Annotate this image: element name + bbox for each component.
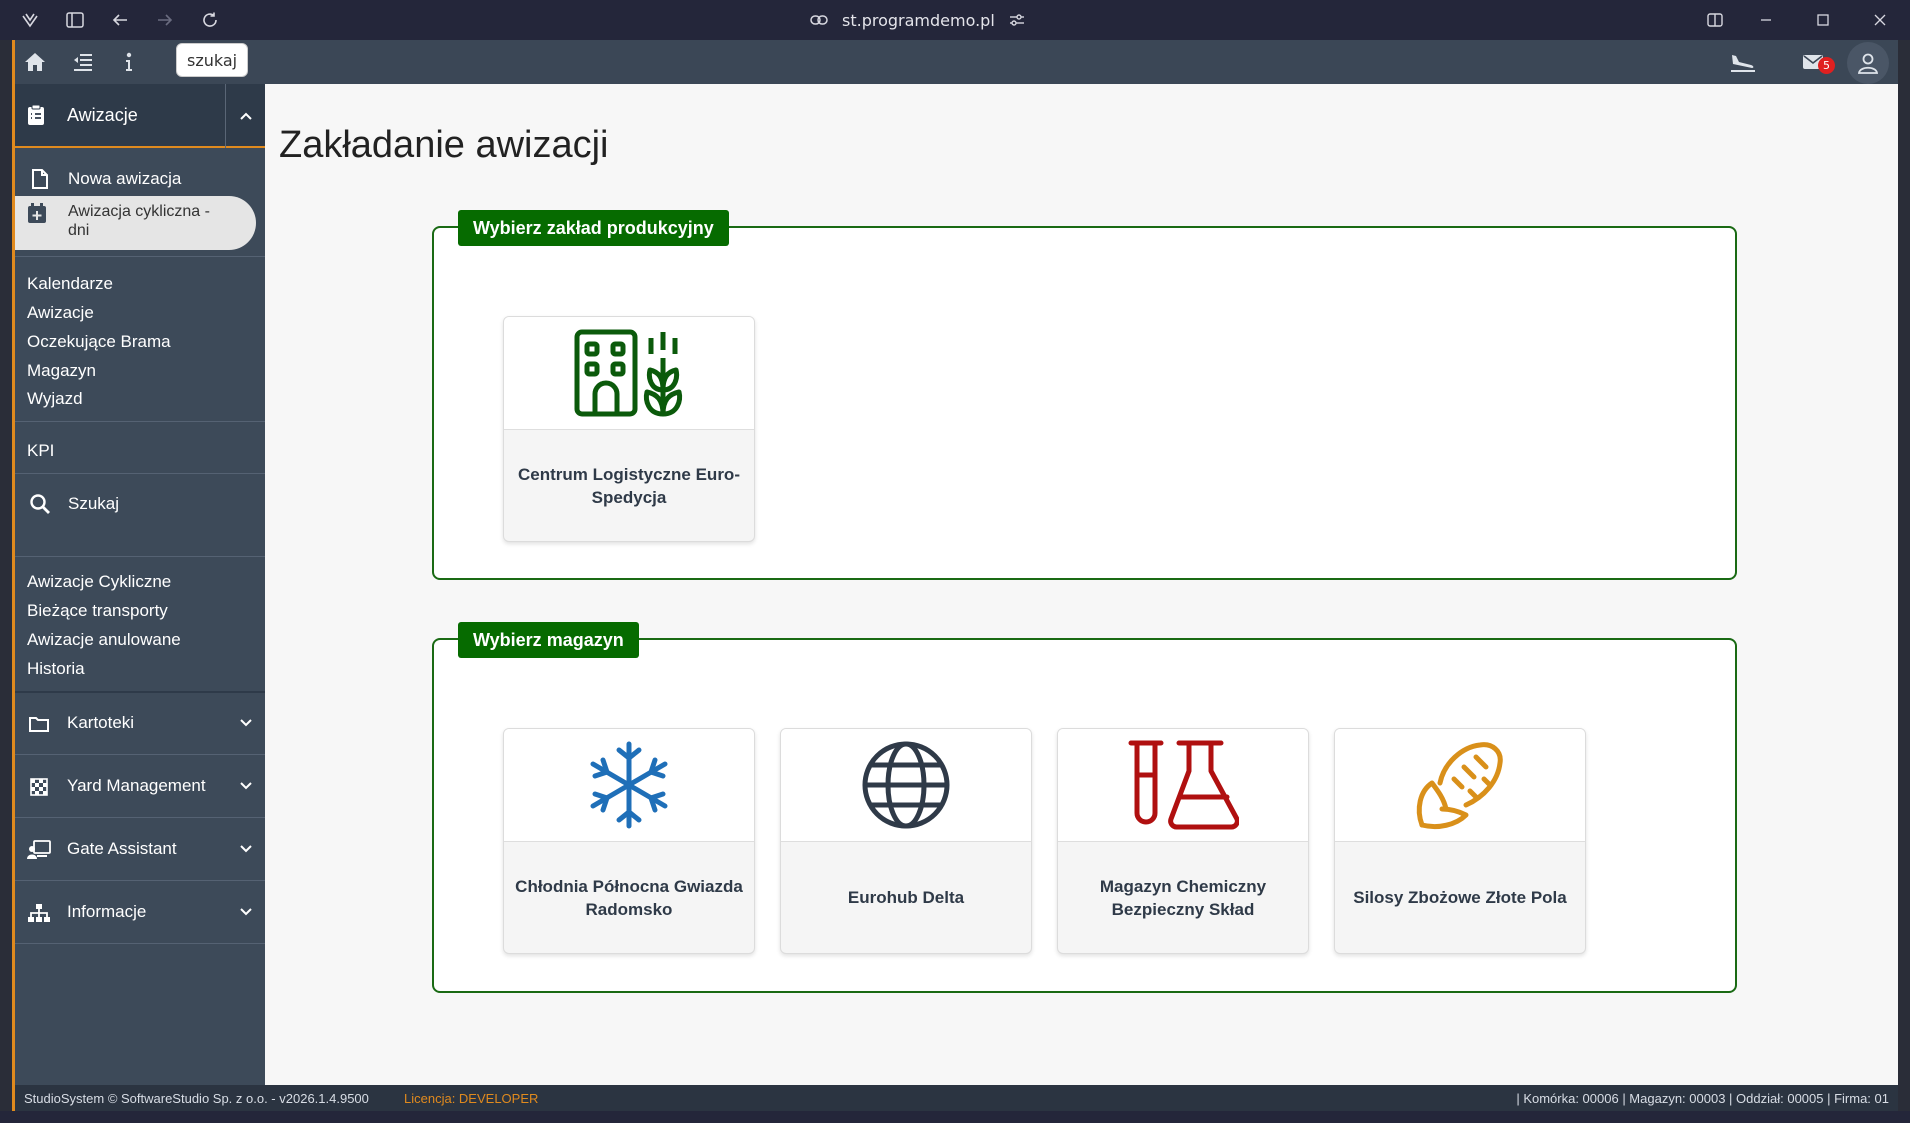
file-icon <box>27 166 53 192</box>
chevron-down-icon[interactable] <box>239 778 257 796</box>
sidebar-group-yard-management[interactable]: Yard Management <box>15 756 265 818</box>
main-content: Zakładanie awizacji Wybierz zakład produ… <box>265 84 1898 1085</box>
status-footer: StudioSystem © SoftwareStudio Sp. z o.o.… <box>12 1085 1898 1111</box>
footer-context: | Komórka: 00006 | Magazyn: 00003 | Oddz… <box>1516 1091 1889 1106</box>
warehouse-card-name: Silosy Zbożowe Złote Pola <box>1353 888 1567 907</box>
warehouse-card[interactable]: Chłodnia Północna Gwiazda Radomsko <box>503 728 755 954</box>
sidebar-item-label: Nowa awizacja <box>68 169 182 188</box>
sidebar-item-nowa-awizacja[interactable]: Nowa awizacja <box>15 164 265 194</box>
back-icon[interactable] <box>108 8 132 32</box>
split-view-icon[interactable] <box>1703 8 1727 32</box>
footer-license-prefix: Licencja: <box>404 1091 459 1106</box>
sidebar-group-kartoteki[interactable]: Kartoteki <box>15 693 265 755</box>
sidebar-group-gate-assistant[interactable]: Gate Assistant <box>15 819 265 881</box>
sidebar-item-label: Awizacja cykliczna - dni <box>68 203 210 239</box>
app-toolbar <box>12 40 1898 84</box>
divider <box>15 421 265 422</box>
clipboard-list-icon <box>27 104 45 131</box>
mail-count-badge: 5 <box>1818 57 1835 74</box>
sidebar-section-awizacje[interactable]: Awizacje <box>15 84 265 148</box>
sidebar-link-historia[interactable]: Historia <box>27 659 85 679</box>
sidebar: Awizacje Nowa awizacja Awizacja cykliczn… <box>15 84 265 1085</box>
search-chip[interactable]: szukaj <box>176 43 249 77</box>
sidebar-item-label: Szukaj <box>68 494 120 513</box>
window-bottom-strip <box>0 1111 1910 1123</box>
folder-icon <box>27 712 51 736</box>
forward-icon[interactable] <box>153 8 177 32</box>
checker-icon <box>27 775 51 799</box>
warehouse-card-name: Chłodnia Północna Gwiazda Radomsko <box>515 876 743 919</box>
plant-card[interactable]: Centrum Logistyczne Euro-Spedycja <box>503 316 755 542</box>
snowflake-icon <box>504 729 754 842</box>
page-title: Zakładanie awizacji <box>279 124 609 166</box>
minimize-icon[interactable] <box>1754 8 1778 32</box>
warehouse-card-name: Magazyn Chemiczny Bezpieczny Skład <box>1099 876 1267 919</box>
chevron-down-icon[interactable] <box>239 715 257 733</box>
footer-license: Licencja: DEVELOPER <box>404 1091 538 1106</box>
collapse-menu-icon[interactable] <box>67 46 99 78</box>
footer-license-value: DEVELOPER <box>458 1091 539 1106</box>
plant-card-name: Centrum Logistyczne Euro-Spedycja <box>518 464 740 507</box>
footer-copyright: StudioSystem © SoftwareStudio Sp. z o.o.… <box>24 1091 369 1106</box>
corn-icon <box>1335 729 1585 842</box>
warehouse-section: Wybierz magazyn Chłodnia Północna Gwiazd… <box>432 622 1737 993</box>
flask-vial-icon <box>1058 729 1308 842</box>
sidebar-link-awizacje-anulowane[interactable]: Awizacje anulowane <box>27 630 181 650</box>
browser-logo-icon[interactable] <box>18 8 42 32</box>
sidebar-link-awizacje[interactable]: Awizacje <box>27 303 94 323</box>
chevron-down-icon[interactable] <box>239 904 257 922</box>
browser-chrome: st.programdemo.pl <box>0 0 1910 40</box>
info-icon[interactable] <box>113 46 145 78</box>
warehouse-card-name: Eurohub Delta <box>847 888 965 907</box>
plant-section-label: Wybierz zakład produkcyjny <box>458 210 729 246</box>
sidebar-group-label: Gate Assistant <box>67 839 177 858</box>
globe-icon <box>781 729 1031 842</box>
sidebar-link-oczekujace-brama[interactable]: Oczekujące Brama <box>27 332 171 352</box>
maximize-icon[interactable] <box>1811 8 1835 32</box>
desk-user-icon <box>27 838 51 862</box>
warehouse-card[interactable]: Eurohub Delta <box>780 728 1032 954</box>
landing-plane-icon[interactable] <box>1727 46 1759 78</box>
sidebar-item-awizacja-cykliczna[interactable]: Awizacja cykliczna - dni <box>15 196 256 250</box>
sitemap-icon <box>27 901 51 925</box>
search-chip-label: szukaj <box>187 50 238 70</box>
sidebar-group-label: Kartoteki <box>67 713 135 732</box>
sidebar-item-szukaj[interactable]: Szukaj <box>15 482 265 526</box>
close-icon[interactable] <box>1868 8 1892 32</box>
chevron-up-icon[interactable] <box>225 84 265 148</box>
divider <box>15 556 265 557</box>
sidebar-group-label: Informacje <box>67 902 147 921</box>
home-icon[interactable] <box>19 46 51 78</box>
link-icon <box>810 15 828 25</box>
sidebar-link-wyjazd[interactable]: Wyjazd <box>27 389 83 409</box>
site-settings-icon[interactable] <box>1009 13 1025 27</box>
sidebar-toggle-icon[interactable] <box>63 8 87 32</box>
divider <box>15 256 265 257</box>
sidebar-link-kalendarze[interactable]: Kalendarze <box>27 274 113 294</box>
warehouse-card[interactable]: Silosy Zbożowe Złote Pola <box>1334 728 1586 954</box>
chevron-down-icon[interactable] <box>239 841 257 859</box>
calendar-plus-icon <box>27 202 49 224</box>
user-avatar-icon[interactable] <box>1847 42 1889 84</box>
sidebar-link-biezace-transporty[interactable]: Bieżące transporty <box>27 601 168 621</box>
sidebar-link-magazyn[interactable]: Magazyn <box>27 361 96 381</box>
building-wheat-icon <box>504 317 754 430</box>
sidebar-link-kpi[interactable]: KPI <box>27 441 54 461</box>
plant-section: Wybierz zakład produkcyjny Centrum Logis… <box>432 210 1737 580</box>
reload-icon[interactable] <box>198 8 222 32</box>
divider <box>15 473 265 474</box>
search-icon <box>27 491 53 517</box>
warehouse-card[interactable]: Magazyn Chemiczny Bezpieczny Skład <box>1057 728 1309 954</box>
sidebar-header-label: Awizacje <box>67 104 138 125</box>
address-bar[interactable]: st.programdemo.pl <box>810 8 1025 32</box>
sidebar-group-label: Yard Management <box>67 776 206 795</box>
warehouse-section-label: Wybierz magazyn <box>458 622 639 658</box>
address-url: st.programdemo.pl <box>842 10 995 30</box>
sidebar-link-awizacje-cykliczne[interactable]: Awizacje Cykliczne <box>27 572 171 592</box>
sidebar-group-informacje[interactable]: Informacje <box>15 882 265 944</box>
